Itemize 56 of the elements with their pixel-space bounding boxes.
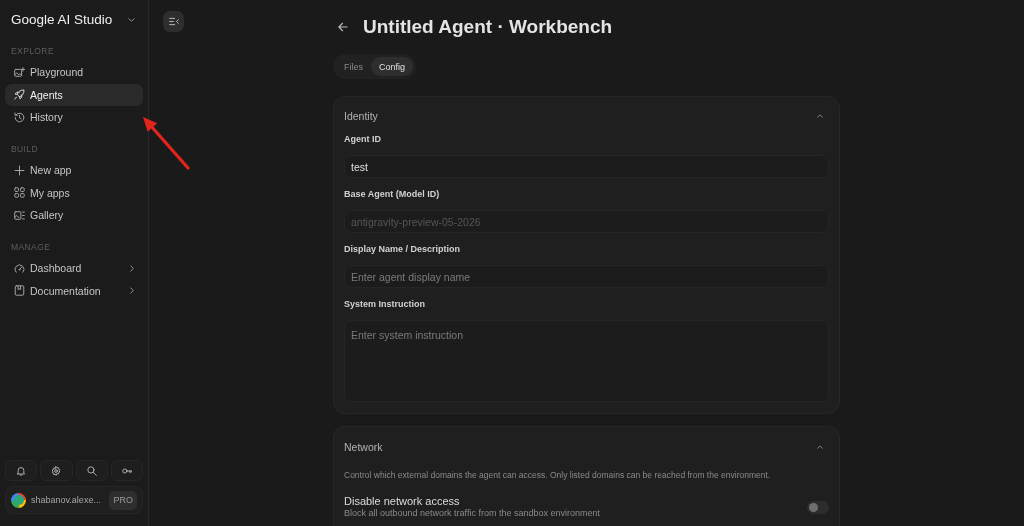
- field-label: Agent ID: [344, 133, 381, 145]
- back-arrow-icon[interactable]: [338, 22, 348, 32]
- field-label: System Instruction: [344, 298, 426, 310]
- account-name: shabanov.alexe...: [31, 495, 102, 505]
- nav-item[interactable]: Agents: [5, 83, 143, 106]
- section-title: Network: [344, 440, 383, 454]
- chevron-down-icon[interactable]: [128, 18, 135, 22]
- book-icon: [14, 285, 25, 296]
- section-heading: BUILD: [10, 144, 39, 154]
- field-label: Display Name / Description: [344, 243, 461, 255]
- nav-item[interactable]: Playground: [5, 61, 143, 83]
- notifications-button[interactable]: [5, 460, 38, 481]
- collapse-sidebar-icon: [168, 17, 179, 26]
- chevron-up-icon[interactable]: [817, 445, 823, 449]
- plan-badge: PRO: [109, 490, 137, 510]
- text-field[interactable]: Enter agent display name: [344, 265, 829, 288]
- nav-item[interactable]: New app: [5, 159, 143, 181]
- nav-item[interactable]: Dashboard: [5, 257, 143, 279]
- grid-icon: [14, 187, 25, 198]
- search-icon: [86, 465, 97, 476]
- key-icon: [121, 465, 132, 476]
- section-title: Identity: [344, 109, 378, 123]
- text-area[interactable]: Enter system instruction: [344, 320, 829, 402]
- setting-title: Disable network access: [344, 495, 461, 508]
- chevron-right-icon: [130, 287, 134, 294]
- account-card[interactable]: shabanov.alexe... PRO: [5, 486, 143, 514]
- history-icon: [14, 111, 25, 123]
- chevron-right-icon: [130, 264, 134, 272]
- page-title: Untitled Agent · Workbench: [363, 15, 613, 39]
- rocket-icon: [14, 89, 25, 100]
- section-heading: EXPLORE: [10, 46, 54, 56]
- gauge-icon: [14, 262, 25, 274]
- avatar-icon: [11, 492, 26, 508]
- image-icon: [14, 66, 25, 78]
- api-key-button[interactable]: [110, 460, 143, 481]
- chevron-up-icon[interactable]: [817, 114, 823, 118]
- text-field[interactable]: test: [344, 155, 829, 178]
- gallery-icon: [14, 209, 25, 221]
- nav-item[interactable]: Documentation: [5, 279, 143, 302]
- section-description: Control which external domains the agent can access. Only listed domains can be reached from the environment.: [344, 469, 772, 481]
- nav-item[interactable]: My apps: [5, 181, 143, 204]
- settings-button[interactable]: [40, 460, 73, 481]
- tab[interactable]: Config: [371, 57, 414, 76]
- search-button[interactable]: [75, 460, 108, 481]
- app-logo-text[interactable]: Google AI Studio: [11, 11, 113, 29]
- settings-icon: [51, 465, 62, 476]
- nav-item[interactable]: History: [5, 106, 143, 128]
- collapse-sidebar-button[interactable]: [163, 11, 184, 32]
- toggle-switch[interactable]: [807, 500, 829, 514]
- section-heading: MANAGE: [10, 242, 51, 252]
- plus-icon: [14, 164, 25, 176]
- nav-item[interactable]: Gallery: [5, 204, 143, 226]
- setting-description: Block all outbound network traffic from the sandbox environment: [344, 508, 600, 519]
- tab[interactable]: Files: [336, 57, 371, 76]
- field-label: Base Agent (Model ID): [344, 188, 440, 200]
- bell-icon: [16, 465, 27, 476]
